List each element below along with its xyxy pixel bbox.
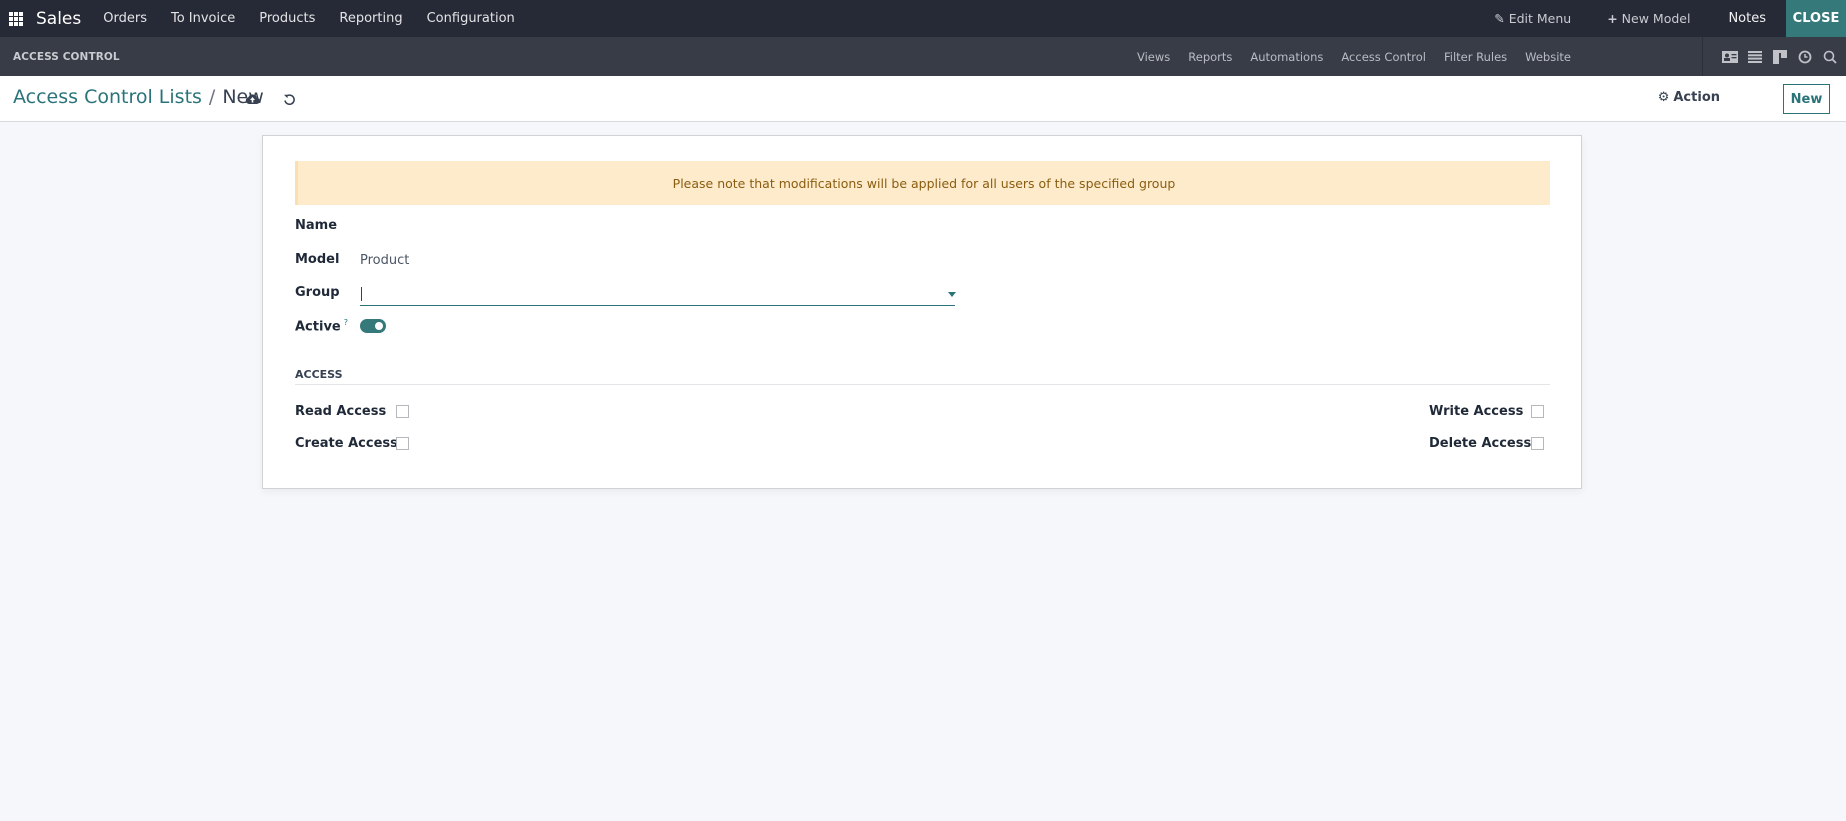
read-access-label: Read Access <box>295 404 387 419</box>
search-view-icon[interactable] <box>1820 47 1840 67</box>
create-access-label: Create Access <box>295 436 398 451</box>
studio-menu-views[interactable]: Views <box>1128 50 1179 64</box>
model-label: Model <box>295 252 340 267</box>
read-access-checkbox[interactable] <box>396 405 409 418</box>
new-model-label: New Model <box>1621 11 1691 26</box>
studio-menu-website[interactable]: Website <box>1516 50 1580 64</box>
delete-access-checkbox[interactable] <box>1531 437 1544 450</box>
top-navbar: Sales Orders To Invoice Products Reporti… <box>0 0 1846 37</box>
breadcrumb: Access Control Lists / New <box>13 86 264 108</box>
studio-menu-automations[interactable]: Automations <box>1241 50 1332 64</box>
studio-menu-filter-rules[interactable]: Filter Rules <box>1435 50 1516 64</box>
activity-view-icon[interactable] <box>1795 47 1815 67</box>
text-cursor <box>361 287 362 301</box>
menu-products[interactable]: Products <box>247 0 327 37</box>
edit-menu-button[interactable]: ✎ Edit Menu <box>1476 0 1589 37</box>
section-divider <box>295 384 1550 385</box>
edit-menu-label: Edit Menu <box>1508 11 1572 26</box>
apps-grid-icon[interactable] <box>9 11 23 26</box>
studio-menu-access-control[interactable]: Access Control <box>1332 50 1435 64</box>
menu-to-invoice[interactable]: To Invoice <box>159 0 247 37</box>
name-label: Name <box>295 218 338 233</box>
studio-menu: Views Reports Automations Access Control… <box>1128 37 1580 76</box>
new-model-button[interactable]: + New Model <box>1589 0 1708 37</box>
form-view-icon[interactable] <box>1720 47 1740 67</box>
active-toggle[interactable] <box>360 319 386 333</box>
model-value[interactable]: Product <box>360 253 409 268</box>
notes-button[interactable]: Notes <box>1708 0 1786 37</box>
save-cloud-icon[interactable] <box>242 89 262 109</box>
plus-icon: + <box>1607 11 1618 26</box>
write-access-checkbox[interactable] <box>1531 405 1544 418</box>
warning-alert: Please note that modifications will be a… <box>295 161 1550 205</box>
studio-menu-reports[interactable]: Reports <box>1179 50 1241 64</box>
create-access-checkbox[interactable] <box>396 437 409 450</box>
studio-bar: ACCESS CONTROL Views Reports Automations… <box>0 37 1846 76</box>
breadcrumb-separator: / <box>208 86 216 108</box>
close-studio-button[interactable]: CLOSE <box>1786 0 1846 37</box>
menu-configuration[interactable]: Configuration <box>415 0 527 37</box>
new-record-button[interactable]: New <box>1783 84 1830 114</box>
top-menu: Orders To Invoice Products Reporting Con… <box>91 0 527 37</box>
active-label-text: Active <box>295 319 341 335</box>
group-label: Group <box>295 285 340 300</box>
discard-undo-icon[interactable] <box>279 89 299 109</box>
menu-reporting[interactable]: Reporting <box>327 0 414 37</box>
pencil-icon: ✎ <box>1494 11 1505 26</box>
kanban-view-icon[interactable] <box>1770 47 1790 67</box>
write-access-label: Write Access <box>1429 404 1524 419</box>
control-panel: Access Control Lists / New ⚙ Action New <box>0 76 1846 122</box>
studio-actions: ✎ Edit Menu + New Model Notes CLOSE <box>1476 0 1846 37</box>
action-label: Action <box>1673 90 1720 105</box>
access-section-title: ACCESS <box>295 368 343 381</box>
gear-icon: ⚙ <box>1657 90 1670 105</box>
breadcrumb-parent[interactable]: Access Control Lists <box>13 86 202 108</box>
form-sheet: Please note that modifications will be a… <box>262 135 1582 489</box>
chevron-down-icon[interactable] <box>948 292 956 297</box>
app-name[interactable]: Sales <box>36 9 81 29</box>
active-label: Active? <box>295 318 348 334</box>
group-input[interactable] <box>360 282 955 306</box>
action-menu-button[interactable]: ⚙ Action <box>1658 90 1720 105</box>
list-view-icon[interactable] <box>1745 47 1765 67</box>
menu-orders[interactable]: Orders <box>91 0 159 37</box>
studio-title: ACCESS CONTROL <box>13 50 120 63</box>
help-tooltip-icon[interactable]: ? <box>344 318 348 327</box>
delete-access-label: Delete Access <box>1429 436 1532 451</box>
view-switcher <box>1702 37 1846 76</box>
name-field[interactable] <box>360 212 955 238</box>
